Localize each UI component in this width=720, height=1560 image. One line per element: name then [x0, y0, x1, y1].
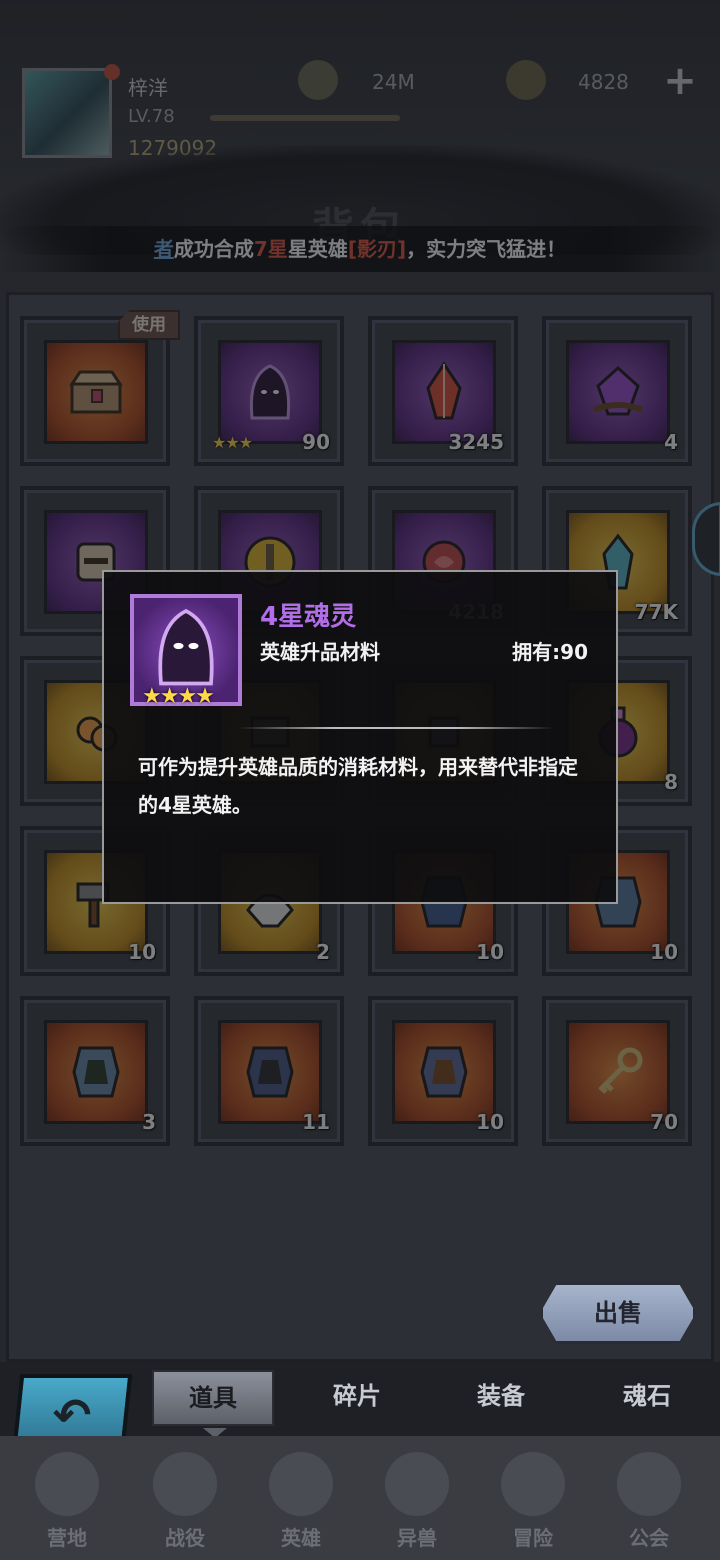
- item-count: 4: [664, 430, 678, 454]
- item-count: 3: [142, 1110, 156, 1134]
- add-currency-button[interactable]: +: [660, 61, 700, 102]
- tooltip-owned-count: 拥有:90: [512, 640, 588, 664]
- beasts-icon: [385, 1452, 449, 1516]
- gold-amount: 24M: [372, 70, 415, 94]
- notification-dot: [104, 64, 120, 80]
- nav-label: 战役: [165, 1526, 205, 1550]
- item-count: 8: [664, 770, 678, 794]
- item-tooltip: ★★★★ 4星魂灵 英雄升品材料 拥有:90 可作为提升英雄品质的消耗材料，用来…: [102, 570, 618, 904]
- nav-beasts[interactable]: 异兽: [362, 1452, 472, 1552]
- broadcast-ticker: 者成功合成7星星英雄[影刃]，实力突飞猛进！: [0, 226, 720, 272]
- tooltip-divider: [238, 727, 554, 729]
- heroes-icon: [269, 1452, 333, 1516]
- item-count: 70: [650, 1110, 678, 1134]
- ticker-hero-name: [影刃]: [347, 237, 407, 261]
- hero-card-icon: [246, 1046, 294, 1098]
- nav-label: 营地: [47, 1526, 87, 1550]
- purple-gem-icon: [592, 365, 644, 416]
- inventory-slot[interactable]: ★★★ 90: [194, 316, 344, 466]
- inventory-slot[interactable]: 11: [194, 996, 344, 1146]
- ticker-star: 7星: [253, 237, 288, 261]
- diamond-icon: [506, 60, 546, 100]
- tab-soulstones[interactable]: 魂石: [586, 1370, 708, 1426]
- nav-campaign[interactable]: 战役: [130, 1452, 240, 1552]
- item-count: 3245: [448, 430, 504, 454]
- hero-card-icon: [420, 1046, 468, 1098]
- player-name: 梓洋: [128, 76, 168, 100]
- nav-label: 异兽: [397, 1526, 437, 1550]
- exp-bar: [210, 115, 400, 121]
- soul-spirit-icon: [158, 608, 214, 686]
- tab-items[interactable]: 道具: [152, 1370, 274, 1426]
- nav-adventure[interactable]: 冒险: [478, 1452, 588, 1552]
- item-count: 11: [302, 1110, 330, 1134]
- camp-icon: [35, 1452, 99, 1516]
- ticker-text: 星英雄: [287, 237, 348, 261]
- hero-card-icon: [72, 1046, 120, 1098]
- sell-button[interactable]: 出售: [540, 1282, 696, 1344]
- item-count: 10: [650, 940, 678, 964]
- ticker-player-name[interactable]: 者: [154, 237, 174, 261]
- crystal-shard-icon: [426, 361, 462, 420]
- inventory-slot[interactable]: 10: [368, 996, 518, 1146]
- inventory-slot[interactable]: 3: [20, 996, 170, 1146]
- tooltip-item-name: 4星魂灵: [260, 602, 357, 632]
- use-tag[interactable]: 使用: [118, 310, 180, 340]
- nav-guild[interactable]: 公会: [594, 1452, 704, 1552]
- tooltip-stars: ★★★★: [142, 684, 215, 709]
- item-count: 77K: [634, 600, 678, 624]
- ticker-text: ，实力突飞猛进！: [406, 237, 567, 261]
- item-count: 10: [476, 1110, 504, 1134]
- ticker-text: 成功合成: [173, 237, 254, 261]
- inventory-slot[interactable]: 70: [542, 996, 692, 1146]
- nav-heroes[interactable]: 英雄: [246, 1452, 356, 1552]
- item-count: 10: [128, 940, 156, 964]
- key-icon: [598, 1047, 643, 1094]
- item-stars: ★★★: [212, 433, 253, 452]
- guild-icon: [617, 1452, 681, 1516]
- tooltip-item-type: 英雄升品材料: [260, 640, 380, 664]
- nav-label: 冒险: [513, 1526, 553, 1550]
- treasure-chest-icon: [69, 370, 123, 414]
- item-count: 10: [476, 940, 504, 964]
- item-count: 90: [302, 430, 330, 454]
- diamond-amount: 4828: [578, 70, 629, 94]
- inventory-slot[interactable]: 3245: [368, 316, 518, 466]
- nav-camp[interactable]: 营地: [12, 1452, 122, 1552]
- adventure-icon: [501, 1452, 565, 1516]
- nav-label: 英雄: [281, 1526, 321, 1550]
- player-level: LV.78: [128, 106, 175, 127]
- tab-fragments[interactable]: 碎片: [296, 1370, 418, 1426]
- inventory-slot[interactable]: 4: [542, 316, 692, 466]
- item-count: 2: [316, 940, 330, 964]
- tooltip-description: 可作为提升英雄品质的消耗材料，用来替代非指定的4星英雄。: [138, 755, 578, 817]
- nav-label: 公会: [629, 1526, 669, 1550]
- gold-coin-icon: [298, 60, 338, 100]
- soul-spirit-icon: [249, 364, 291, 420]
- campaign-icon: [153, 1452, 217, 1516]
- tab-equipment[interactable]: 装备: [440, 1370, 562, 1426]
